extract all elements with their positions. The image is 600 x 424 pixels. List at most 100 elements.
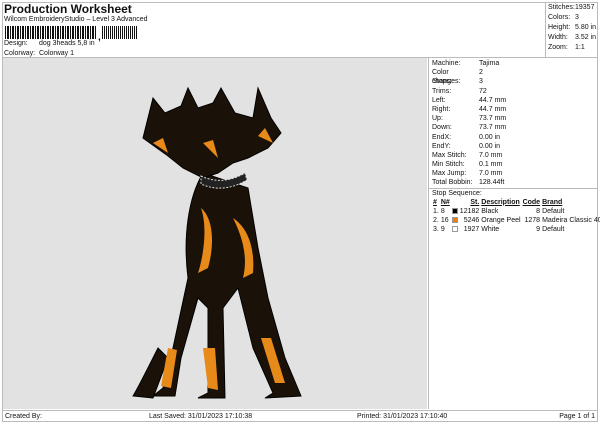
detail-row: Right: 44.7 mm: [429, 105, 597, 114]
detail-label: Machine:: [432, 60, 461, 67]
color-swatch: [451, 207, 458, 214]
stats-box: Stitches: 19357 Colors: 3 Height: 5.80 in Widt…: [545, 2, 598, 57]
column-header: [451, 198, 459, 207]
stat-value: 1:1: [575, 44, 585, 51]
design-row: Design: dog 3heads 5,8 in: [4, 40, 95, 47]
detail-row: EndX: 0.00 in: [429, 133, 597, 142]
detail-row: Trims: 72: [429, 87, 597, 96]
thread-brand: Madeira Classic 40: [542, 216, 600, 224]
stat-label: Height:: [548, 24, 571, 31]
thread-code: 9: [536, 225, 541, 233]
table-row: 3. 9 1927 White 9 Default: [432, 225, 600, 234]
last-saved: Last Saved: 31/01/2023 17:10:38: [149, 413, 253, 420]
stat-row: Height: 5.80 in: [548, 23, 598, 33]
stat-row: Colors: 3: [548, 13, 598, 23]
detail-row: Left: 44.7 mm: [429, 96, 597, 105]
detail-value: 0.00 in: [479, 133, 501, 141]
colorway-row: Colorway: Colorway 1: [4, 50, 74, 57]
needle-number: 8: [440, 207, 445, 215]
column-header: Brand: [542, 198, 563, 206]
table-row: 1. 8 12182 Black 8 Default: [432, 207, 600, 216]
detail-row: Stops: 3: [429, 77, 597, 86]
column-header: N#: [440, 198, 450, 206]
detail-value: 7.0 mm: [479, 151, 503, 159]
details-panel: Machine: Tajima Color changes: 2 Stops: 3 Trim…: [428, 58, 600, 409]
thread-brand: Default: [542, 225, 565, 233]
stat-value: 19357: [575, 4, 595, 11]
detail-value: 44.7 mm: [479, 105, 507, 113]
page-number: Page 1 of 1: [559, 413, 595, 420]
detail-label: Max Jump:: [432, 170, 467, 178]
detail-value: 0.1 mm: [479, 161, 503, 169]
detail-row: EndY: 0.00 in: [429, 142, 597, 151]
detail-label: Max Stitch:: [432, 151, 467, 159]
stat-value: 3.52 in: [575, 34, 597, 41]
column-header: St.: [470, 198, 480, 206]
table-row: 2. 16 5246 Orange Peel 1278 Madeira Classic 4…: [432, 216, 600, 225]
detail-label: EndY:: [432, 142, 451, 150]
stat-row: Zoom: 1:1: [548, 43, 598, 53]
detail-value: 73.7 mm: [479, 124, 507, 132]
thread-brand: Default: [542, 207, 565, 215]
detail-row: Max Jump: 7.0 mm: [429, 169, 597, 178]
detail-label: Left:: [432, 96, 446, 104]
detail-value: 72: [479, 87, 487, 95]
stat-label: Zoom:: [548, 44, 568, 51]
color-swatch-cell: [451, 225, 459, 234]
stat-label: Stitches:: [548, 4, 575, 11]
detail-row: Color changes: 2: [429, 68, 597, 86]
thread-description: Orange Peel: [481, 216, 521, 224]
detail-label: EndX:: [432, 133, 452, 141]
detail-row: Up: 73.7 mm: [429, 114, 597, 123]
stat-row: Stitches: 19357: [548, 3, 598, 13]
page-title: Production Worksheet: [4, 2, 132, 16]
detail-row: Machine: Tajima: [429, 59, 597, 68]
detail-label: Color changes:: [432, 69, 461, 86]
stat-label: Width:: [548, 34, 568, 41]
stitch-count: 5246: [463, 216, 480, 224]
column-header: Description: [481, 198, 520, 206]
detail-value: 128.44ft: [479, 179, 505, 187]
detail-value: Tajima: [479, 60, 500, 67]
stat-value: 3: [575, 14, 579, 21]
detail-label: Up:: [432, 115, 443, 123]
design-value: dog 3heads 5,8 in: [39, 40, 95, 47]
detail-value: 0.00 in: [479, 142, 501, 150]
stat-row: Width: 3.52 in: [548, 33, 598, 43]
color-swatch: [451, 216, 458, 223]
stop-sequence-title: Stop Sequence:: [429, 187, 597, 198]
thread-code: 1278: [524, 216, 541, 224]
needle-number: 16: [440, 216, 449, 224]
stop-number: 3.: [433, 225, 439, 233]
detail-label: Down:: [432, 124, 452, 132]
detail-label: Total Bobbin:: [432, 179, 473, 187]
dog-embroidery-image: [132, 86, 302, 399]
thread-description: White: [481, 225, 500, 233]
stop-number: 2.: [433, 216, 439, 224]
detail-value: 7.0 mm: [479, 170, 503, 178]
colorway-label: Colorway:: [4, 50, 36, 57]
software-name: Wilcom EmbroideryStudio – Level 3 Advanc…: [4, 16, 148, 23]
detail-row: Down: 73.7 mm: [429, 123, 597, 132]
detail-value: 3: [479, 78, 483, 86]
stop-number: 1.: [433, 207, 439, 215]
detail-value: 44.7 mm: [479, 96, 507, 104]
colorway-value: Colorway 1: [39, 50, 75, 57]
stitch-count: 1927: [463, 225, 480, 233]
detail-label: Min Stitch:: [432, 161, 465, 169]
stat-value: 5.80 in: [575, 24, 597, 31]
color-swatch-cell: [451, 216, 459, 225]
color-swatch-cell: [451, 207, 459, 216]
detail-row: Min Stitch: 0.1 mm: [429, 160, 597, 169]
column-header: Code: [522, 198, 541, 206]
machine-details: Machine: Tajima Color changes: 2 Stops: 3 Trim…: [429, 58, 597, 188]
printed-date: Printed: 31/01/2023 17:10:40: [357, 413, 448, 420]
barcode-2: [102, 26, 137, 39]
created-by: Created By:: [5, 413, 42, 420]
footer: Created By: Last Saved: 31/01/2023 17:10…: [3, 410, 597, 421]
detail-row: Total Bobbin: 128.44ft: [429, 178, 597, 187]
stat-label: Colors:: [548, 14, 571, 21]
stop-sequence-table: # N# St. Description Code Brand 1. 8 12182 Black…: [432, 198, 600, 234]
thread-description: Black: [481, 207, 499, 215]
barcode-suffix: ,: [98, 32, 101, 43]
